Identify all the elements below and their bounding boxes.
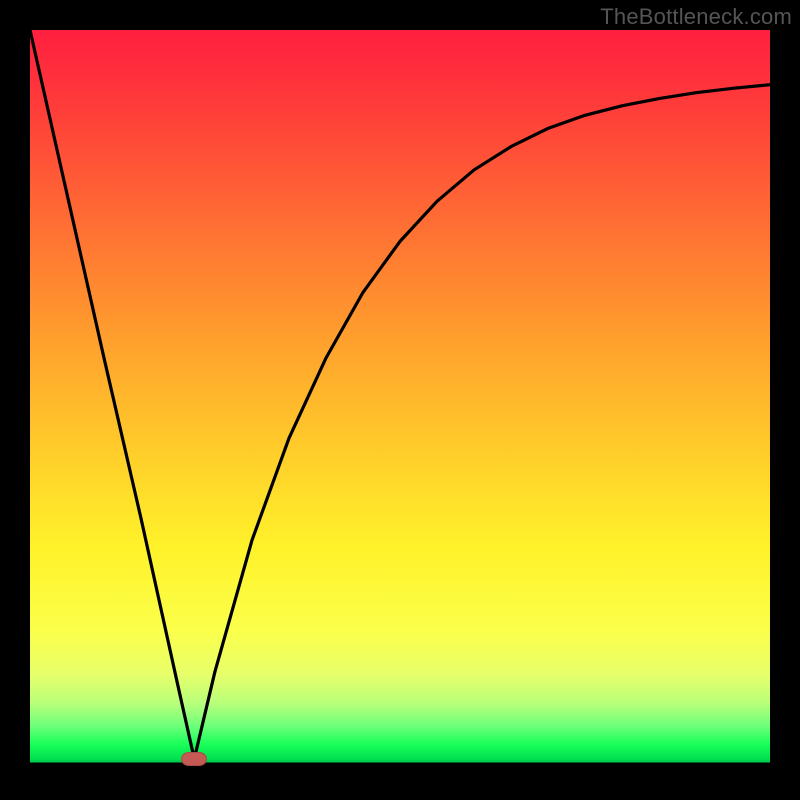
watermark-text: TheBottleneck.com: [600, 4, 792, 30]
chart-frame: TheBottleneck.com: [0, 0, 800, 800]
plot-area: [30, 30, 770, 770]
bottleneck-curve: [30, 30, 770, 770]
minimum-marker: [181, 752, 207, 766]
